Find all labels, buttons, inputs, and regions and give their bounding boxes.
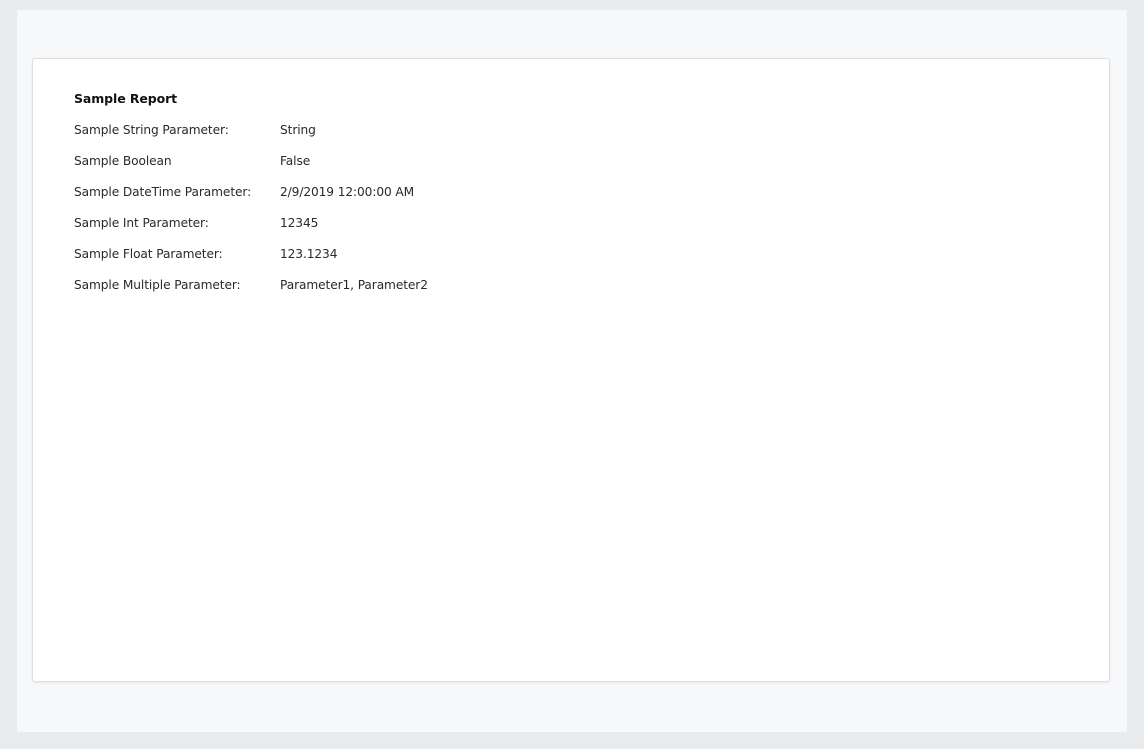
parameter-value: 2/9/2019 12:00:00 AM — [280, 185, 415, 199]
parameter-row-string: Sample String Parameter: String — [74, 121, 428, 152]
parameter-value: Parameter1, Parameter2 — [280, 278, 428, 292]
parameter-label: Sample Float Parameter: — [74, 247, 223, 261]
parameter-row-multiple: Sample Multiple Parameter: Parameter1, P… — [74, 276, 428, 294]
report-content: Sample Report Sample String Parameter: S… — [74, 90, 428, 294]
parameter-label: Sample DateTime Parameter: — [74, 185, 252, 199]
parameter-label: Sample String Parameter: — [74, 123, 229, 137]
parameter-value: 12345 — [280, 216, 319, 230]
report-title: Sample Report — [74, 91, 178, 106]
parameter-label: Sample Boolean — [74, 154, 172, 168]
parameter-value: False — [280, 154, 311, 168]
report-page: Sample Report Sample String Parameter: S… — [32, 58, 1110, 682]
parameter-value: String — [280, 123, 316, 137]
report-viewer-frame: Sample Report Sample String Parameter: S… — [17, 10, 1127, 732]
parameter-row-float: Sample Float Parameter: 123.1234 — [74, 245, 428, 276]
parameter-value: 123.1234 — [280, 247, 338, 261]
parameter-row-int: Sample Int Parameter: 12345 — [74, 214, 428, 245]
parameter-row-datetime: Sample DateTime Parameter: 2/9/2019 12:0… — [74, 183, 428, 214]
parameter-label: Sample Multiple Parameter: — [74, 278, 241, 292]
parameter-label: Sample Int Parameter: — [74, 216, 209, 230]
parameter-row-boolean: Sample Boolean False — [74, 152, 428, 183]
